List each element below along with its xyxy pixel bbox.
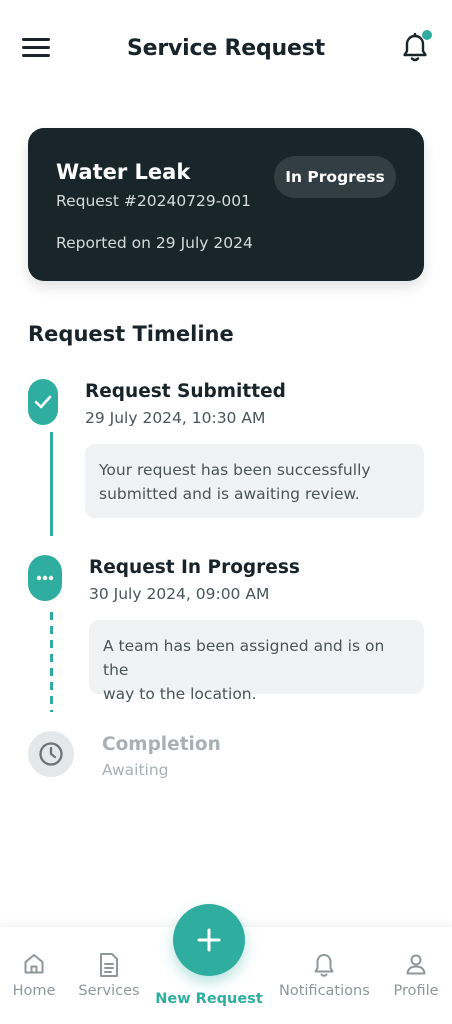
step-title: Request In Progress [89, 557, 300, 578]
step-note: A team has been assigned and is on the w… [89, 620, 424, 703]
request-status-card[interactable]: Water Leak Request #20240729-001 Reporte… [28, 128, 424, 281]
step-note: Your request has been successfully submi… [85, 444, 424, 518]
page-title: Service Request [127, 36, 325, 61]
step-note-line: submitted and is awaiting review. [99, 485, 360, 503]
nav-label: Services [78, 983, 140, 999]
timeline-heading: Request Timeline [28, 322, 234, 346]
step-time: Awaiting [102, 761, 169, 779]
step-time: 29 July 2024, 10:30 AM [85, 409, 266, 427]
new-request-button[interactable]: New Request [155, 904, 263, 1007]
user-icon [406, 954, 426, 975]
app-header: Service Request [0, 0, 452, 100]
notification-bell-button[interactable] [400, 30, 434, 66]
timeline-connector-solid [50, 432, 53, 536]
plus-icon [197, 928, 221, 952]
status-badge: In Progress [274, 156, 396, 198]
step-title: Request Submitted [85, 381, 286, 402]
bell-icon [314, 954, 334, 977]
nav-label: Notifications [279, 983, 370, 999]
nav-item-services[interactable]: Services [64, 927, 154, 1024]
request-title: Water Leak [56, 160, 191, 184]
request-number: Request #20240729-001 [56, 192, 251, 210]
nav-label: New Request [155, 991, 263, 1007]
nav-item-profile[interactable]: Profile [371, 927, 452, 1024]
step-pending-marker [28, 731, 74, 777]
reported-date: Reported on 29 July 2024 [56, 234, 253, 252]
nav-item-notifications[interactable]: Notifications [279, 927, 370, 1024]
step-time: 30 July 2024, 09:00 AM [89, 585, 270, 603]
clock-icon [39, 742, 63, 766]
more-dots-icon [36, 575, 54, 581]
step-in-progress-marker [28, 555, 62, 601]
new-request-fab[interactable] [173, 904, 245, 976]
timeline-connector-dashed [50, 612, 53, 712]
step-note-line: Your request has been successfully [99, 461, 371, 479]
step-title: Completion [102, 734, 221, 755]
nav-label: Profile [393, 983, 439, 999]
unread-indicator-dot [422, 30, 432, 40]
document-icon [100, 953, 118, 977]
step-completed-marker [28, 379, 58, 425]
step-note-line: A team has been assigned and is on the [103, 637, 385, 679]
checkmark-icon [34, 395, 52, 409]
home-icon [24, 954, 44, 974]
step-note-line: way to the location. [103, 685, 257, 703]
